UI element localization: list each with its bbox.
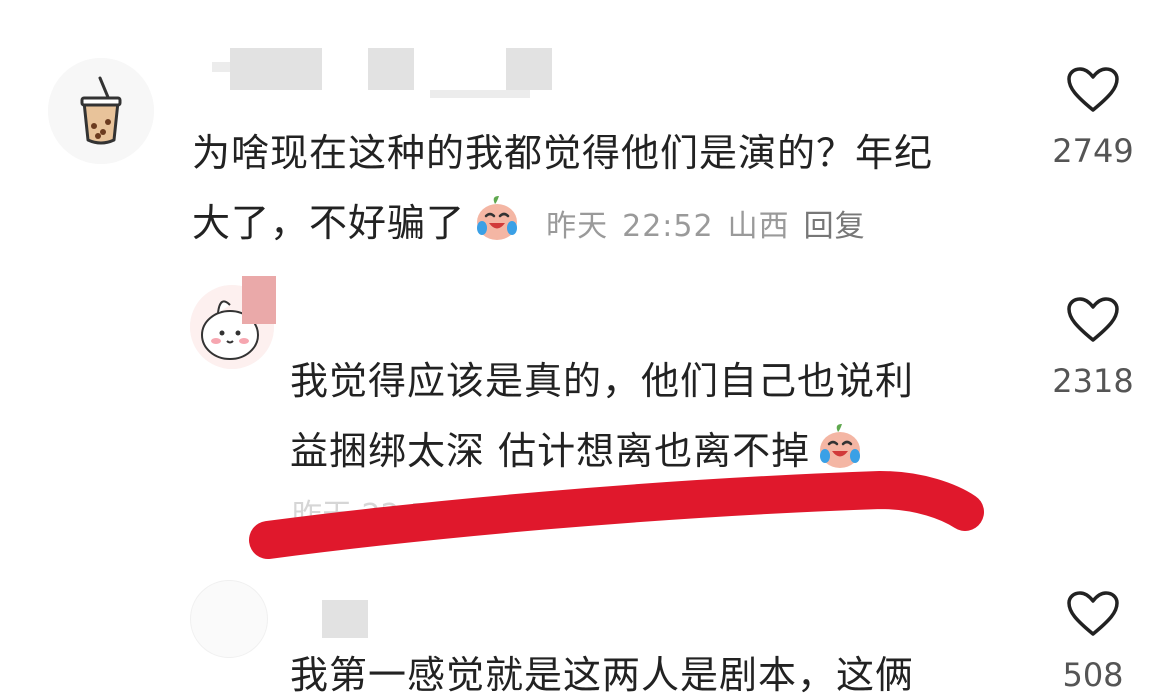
comment-2-text-line-1: 我觉得应该是真的，他们自己也说利 [290, 359, 915, 403]
comment-section: 为啥现在这种的我都觉得他们是演的？年纪 大了，不好骗了 昨天 22:52 山西 回复 … [0, 0, 1170, 700]
crying-laughing-emoji-icon [820, 424, 861, 468]
crying-laughing-emoji-icon [477, 196, 518, 240]
username-mosaic-1 [506, 48, 552, 90]
reply-button[interactable]: 回复 [804, 209, 866, 244]
comment-2-meta: 昨天 22:54 安徽 [292, 498, 518, 533]
username-mosaic-1 [212, 62, 232, 72]
heart-outline-icon [1067, 67, 1119, 112]
like-button-2[interactable]: 2318 [1038, 296, 1148, 400]
username-mosaic-1 [368, 48, 414, 90]
comment-1-text: 大了，不好骗了 [192, 201, 466, 245]
like-count-1: 2749 [1052, 132, 1134, 170]
username-mosaic-1 [230, 48, 322, 90]
bubble-tea-icon [48, 58, 154, 164]
commenter-avatar-1[interactable] [48, 58, 154, 164]
username-mosaic-3 [322, 600, 368, 638]
like-count-3: 508 [1062, 656, 1124, 694]
comment-1-location: 山西 [727, 209, 790, 244]
username-mosaic-2 [242, 276, 276, 324]
like-button-1[interactable]: 2749 [1038, 66, 1148, 170]
comment-1-meta: 昨天 22:52 山西 回复 [546, 209, 879, 244]
heart-outline-icon [1067, 591, 1119, 636]
like-count-2: 2318 [1052, 362, 1134, 400]
comment-1-date: 昨天 [546, 209, 609, 244]
comment-2-text: 益捆绑太深 估计想离也离不掉 [290, 429, 811, 473]
comment-1-text-line-1: 为啥现在这种的我都觉得他们是演的？年纪 [192, 131, 934, 175]
heart-outline-icon [1067, 297, 1119, 342]
username-mosaic-1 [430, 90, 530, 98]
commenter-avatar-3[interactable] [190, 580, 268, 658]
like-button-3[interactable]: 508 [1038, 590, 1148, 694]
comment-1-time: 22:52 [622, 209, 714, 244]
comment-1-text-line-2: 大了，不好骗了 昨天 22:52 山西 回复 [192, 188, 880, 262]
comment-2-text-line-2: 益捆绑太深 估计想离也离不掉 [290, 416, 866, 486]
comment-3-text-line-1: 我第一感觉就是这两人是剧本，这俩 [290, 653, 915, 697]
